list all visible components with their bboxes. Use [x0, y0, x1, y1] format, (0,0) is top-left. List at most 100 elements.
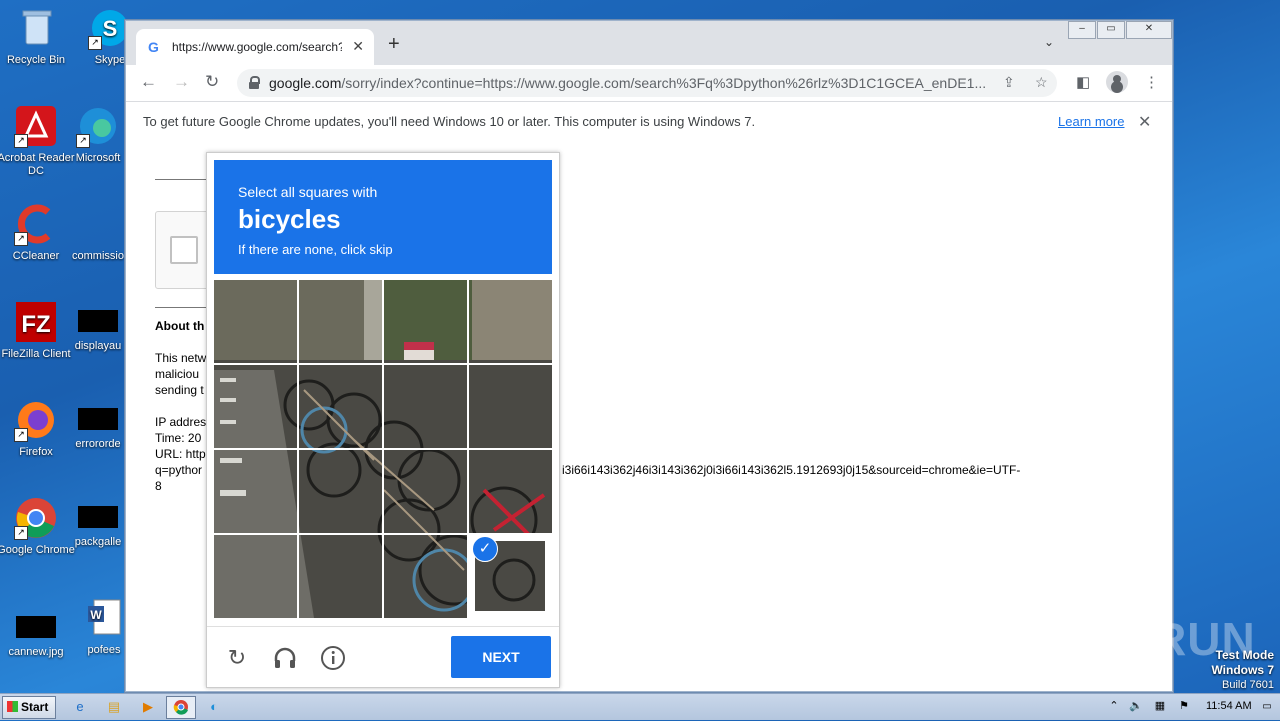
- skip-hint: If there are none, click skip: [238, 242, 393, 257]
- desktop-icon-label: displayau: [74, 340, 122, 352]
- tab-search-chevron-icon[interactable]: ⌄: [1044, 35, 1054, 49]
- windows-logo-icon: [7, 701, 18, 712]
- profile-avatar-icon[interactable]: [1106, 71, 1128, 93]
- google-favicon-icon: G: [148, 39, 159, 55]
- firefox-icon: ↗: [14, 398, 58, 442]
- url-line: 8: [155, 479, 162, 493]
- file-icon: [76, 202, 120, 246]
- build-label: Build 7601: [1222, 679, 1274, 691]
- tab-close-icon[interactable]: ✕: [352, 38, 364, 55]
- challenge-header: Select all squares with bicycles If ther…: [214, 160, 552, 274]
- action-center-flag-icon[interactable]: ⚑: [1174, 696, 1194, 717]
- clock[interactable]: 11:54 AM: [1206, 700, 1252, 712]
- os-label: Windows 7: [1211, 663, 1274, 677]
- network-icon[interactable]: ▦: [1150, 696, 1170, 717]
- taskbar: Start e ▤ ▶ ◐ ⌃ 🔈 ▦ ⚑ 11:54 AM ▭: [0, 693, 1280, 720]
- new-tab-button[interactable]: +: [388, 34, 400, 54]
- browser-toolbar: ← → ↻ google.com/sorry/index?continue=ht…: [126, 65, 1172, 101]
- start-button[interactable]: Start: [2, 696, 56, 719]
- shortcut-arrow-icon: ↗: [76, 134, 90, 148]
- address-bar[interactable]: google.com/sorry/index?continue=https://…: [237, 69, 1057, 97]
- reload-icon[interactable]: ↻: [205, 73, 219, 91]
- window-controls: – ▭ ✕: [1067, 21, 1172, 39]
- learn-more-link[interactable]: Learn more: [1058, 114, 1124, 129]
- minimize-button[interactable]: –: [1068, 21, 1096, 39]
- desktop-icon-label: Microsoft: [75, 152, 121, 164]
- restore-button[interactable]: ▭: [1097, 21, 1125, 39]
- test-mode-notice: Test Mode Windows 7 Build 7601: [1211, 648, 1274, 692]
- chrome-taskbar-icon[interactable]: [166, 696, 196, 719]
- file-thumbnail-icon: [16, 616, 56, 638]
- tab-title: https://www.google.com/search?q=: [172, 40, 342, 54]
- shortcut-arrow-icon: ↗: [88, 36, 102, 50]
- chrome-icon: ↗: [14, 496, 58, 540]
- shortcut-arrow-icon: ↗: [14, 428, 28, 442]
- title-bar: G https://www.google.com/search?q= ✕ + ⌄…: [126, 21, 1172, 65]
- time-line: Time: 20: [155, 431, 202, 445]
- shortcut-arrow-icon: ↗: [14, 232, 28, 246]
- show-hidden-icons-chevron-icon[interactable]: ⌃: [1104, 696, 1124, 717]
- update-infobar: To get future Google Chrome updates, you…: [126, 101, 1172, 143]
- next-button[interactable]: NEXT: [451, 636, 551, 678]
- file-thumbnail-icon: [78, 408, 118, 430]
- desktop-icon-label: Recycle Bin: [6, 54, 66, 66]
- desktop-icon-label: packgalle: [74, 536, 122, 548]
- reload-challenge-icon[interactable]: ↻: [224, 645, 250, 671]
- more-menu-icon[interactable]: ⋮: [1144, 73, 1159, 91]
- explanation-paragraph: This netw maliciou sending t: [155, 350, 206, 398]
- media-player-icon[interactable]: ▶: [134, 696, 162, 717]
- desktop-icon-label: Firefox: [19, 446, 53, 458]
- lock-icon[interactable]: [249, 76, 260, 89]
- paragraph-line: sending t: [155, 383, 204, 397]
- svg-text:S: S: [103, 16, 118, 41]
- back-arrow-icon[interactable]: ←: [140, 73, 157, 91]
- infobar-close-icon[interactable]: ✕: [1138, 112, 1151, 132]
- info-icon[interactable]: [320, 645, 346, 671]
- paragraph-line: This netw: [155, 351, 207, 365]
- file-thumbnail-icon: [78, 310, 118, 332]
- word-document-icon: W: [82, 596, 126, 640]
- recaptcha-checkbox[interactable]: [170, 236, 198, 264]
- start-label: Start: [21, 700, 49, 714]
- file-explorer-icon[interactable]: ▤: [100, 696, 128, 717]
- filezilla-icon: FZ: [14, 300, 58, 344]
- acrobat-icon: ↗: [14, 104, 58, 148]
- browser-tab[interactable]: G https://www.google.com/search?q= ✕: [136, 29, 374, 65]
- desktop-icon-label: errororde: [75, 438, 121, 450]
- street-scene-image: [214, 280, 552, 618]
- desktop-icon-recycle-bin[interactable]: Recycle Bin: [0, 6, 76, 67]
- url-text[interactable]: google.com/sorry/index?continue=https://…: [269, 75, 989, 91]
- desktop-icon-label: Skype: [94, 54, 126, 66]
- close-window-button[interactable]: ✕: [1126, 21, 1172, 39]
- url-line: q=pythor: [155, 463, 203, 477]
- forward-arrow-icon[interactable]: →: [173, 73, 190, 91]
- selected-check-icon[interactable]: ✓: [472, 536, 498, 562]
- about-heading: About th: [155, 319, 205, 333]
- bookmark-star-icon[interactable]: ☆: [1035, 74, 1048, 91]
- desktop-icon-label: pofees: [87, 644, 121, 656]
- file-thumbnail-icon: [78, 506, 118, 528]
- audio-challenge-icon[interactable]: [272, 645, 298, 671]
- side-panel-icon[interactable]: ◧: [1076, 73, 1090, 91]
- request-details: IP addres Time: 20 URL: http q=pythor 8: [155, 414, 206, 494]
- svg-text:W: W: [90, 608, 102, 622]
- shortcut-arrow-icon: ↗: [14, 526, 28, 540]
- volume-icon[interactable]: 🔈: [1126, 696, 1146, 717]
- recycle-bin-icon: [14, 6, 58, 50]
- shortcut-arrow-icon: ↗: [14, 134, 28, 148]
- internet-explorer-icon[interactable]: e: [66, 696, 94, 717]
- challenge-footer: ↻ NEXT: [207, 626, 559, 688]
- target-object: bicycles: [238, 204, 341, 234]
- ccleaner-icon: ↗: [14, 202, 58, 246]
- share-icon[interactable]: ⇪: [1003, 74, 1015, 91]
- url-tail-text: i3i66i143i362j46i3i143i362j0i3i66i143i36…: [562, 463, 1021, 477]
- ip-address-line: IP addres: [155, 415, 207, 429]
- desktop-icon-label: cannew.jpg: [8, 646, 64, 658]
- show-desktop-icon[interactable]: ▭: [1258, 696, 1276, 717]
- image-grid: ✓: [214, 280, 552, 618]
- recaptcha-challenge: Select all squares with bicycles If ther…: [206, 152, 560, 688]
- desktop-icon-label: CCleaner: [12, 250, 60, 262]
- url-line: URL: http: [155, 447, 206, 461]
- edge-taskbar-icon[interactable]: ◐: [200, 696, 228, 717]
- svg-text:FZ: FZ: [21, 311, 50, 338]
